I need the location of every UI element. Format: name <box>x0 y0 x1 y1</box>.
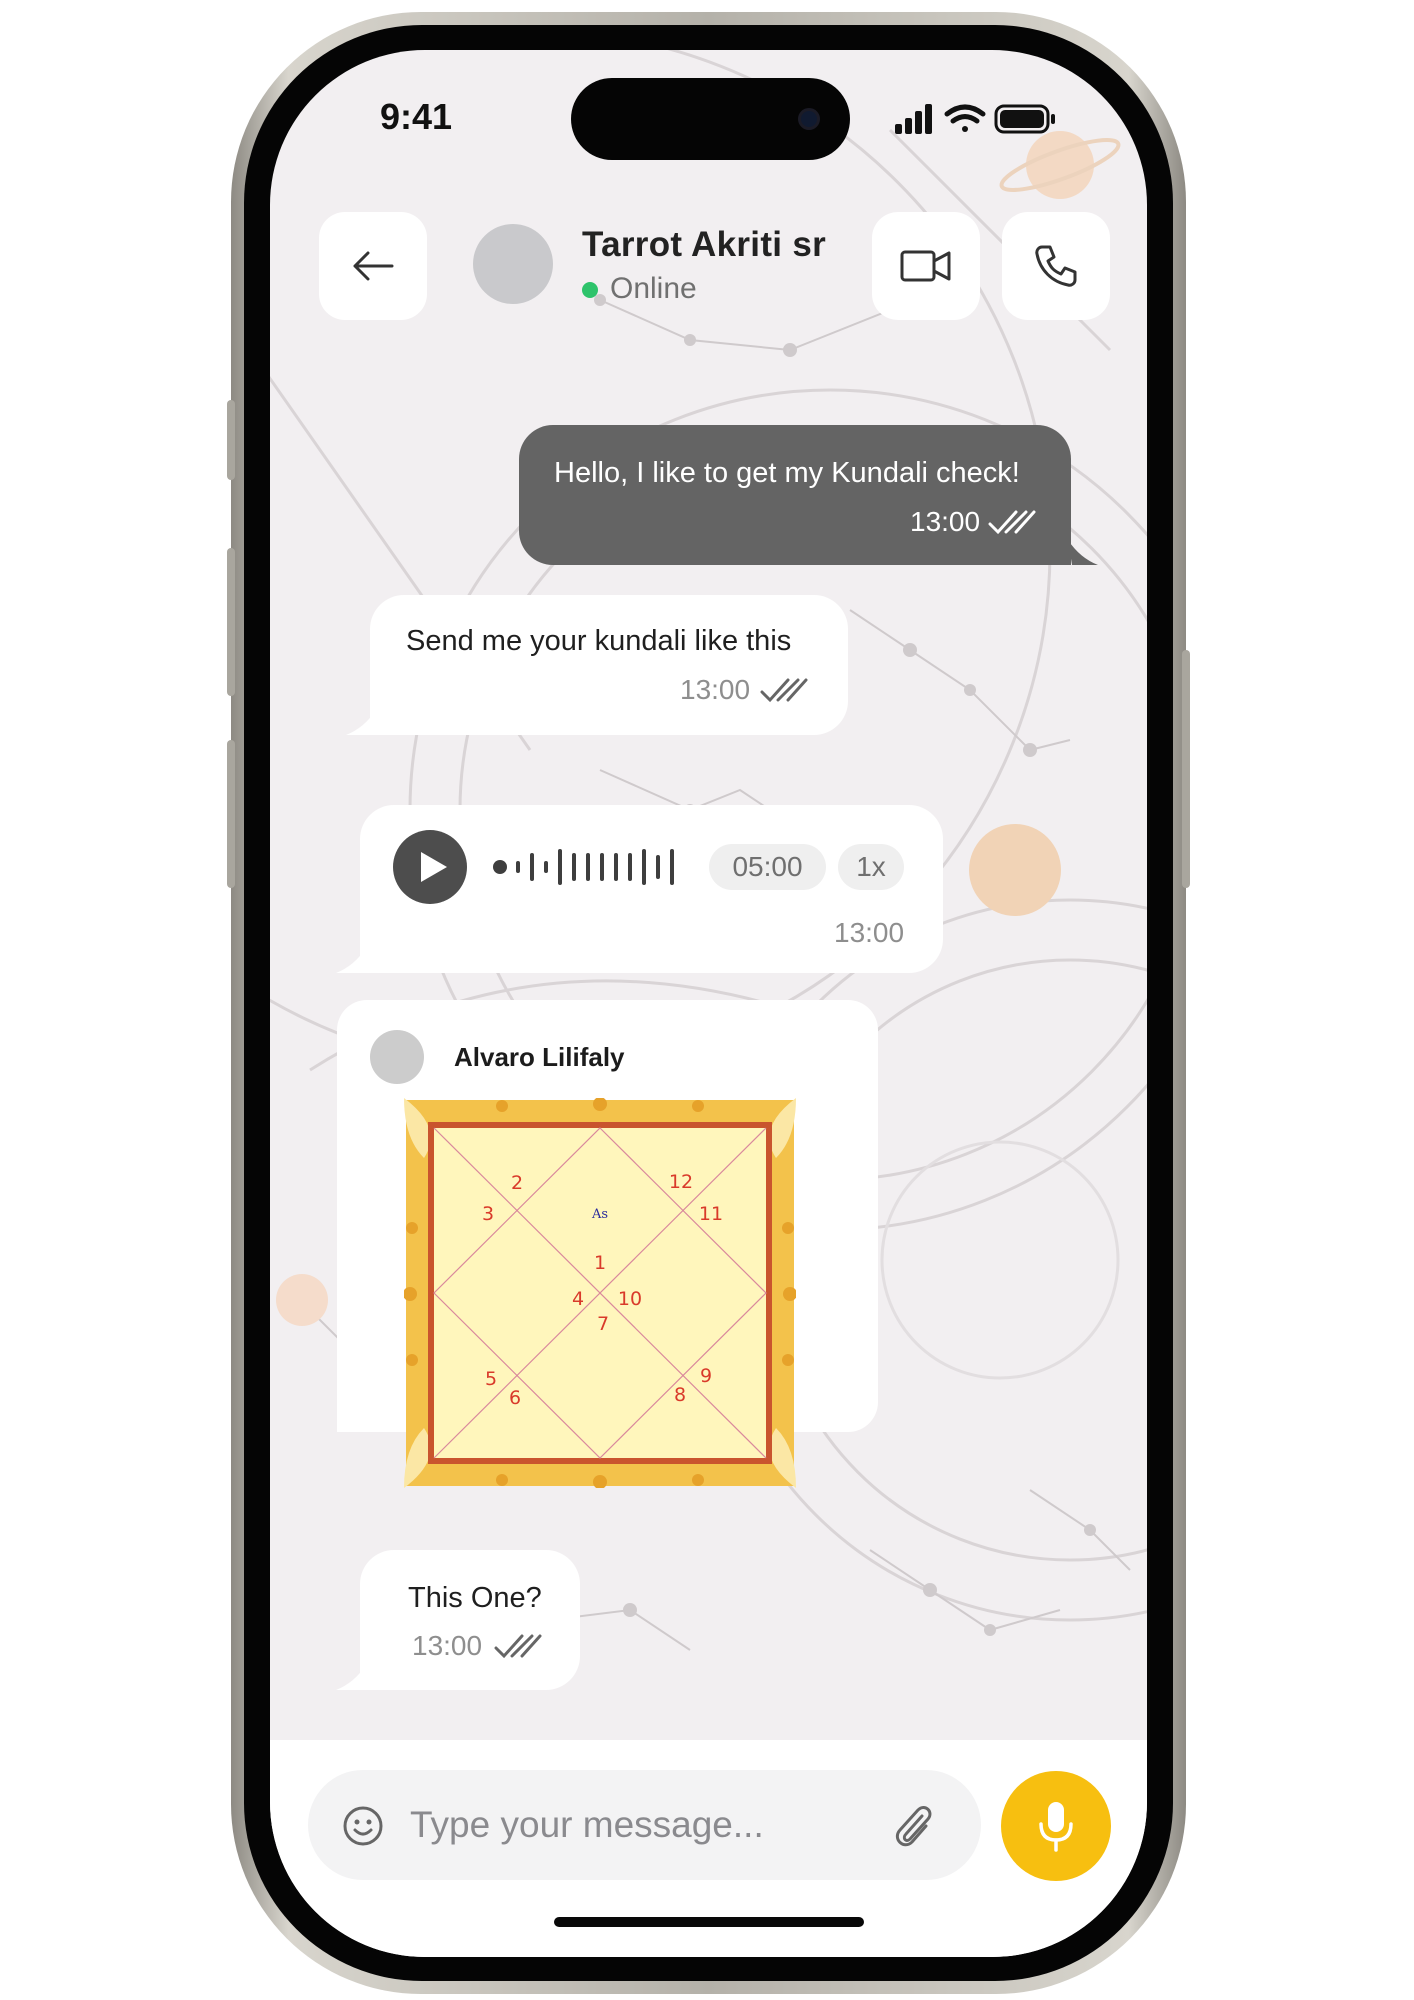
voice-call-button[interactable] <box>1002 212 1110 320</box>
smiley-icon[interactable] <box>342 1805 384 1847</box>
house-number: 2 <box>511 1172 523 1194</box>
message-time: 13:00 <box>412 1630 483 1661</box>
message-input[interactable] <box>410 1790 870 1860</box>
message-time: 13:00 <box>834 917 905 948</box>
message-bubble-incoming[interactable] <box>360 1550 580 1690</box>
online-status: Online <box>610 272 697 305</box>
house-number: 10 <box>618 1288 642 1310</box>
phone-icon <box>1035 245 1077 287</box>
video-call-button[interactable] <box>872 212 980 320</box>
double-check-icon <box>494 1634 542 1659</box>
front-camera <box>798 108 820 130</box>
house-number: 12 <box>669 1171 693 1193</box>
signal-icon <box>895 104 932 134</box>
voice-record-button[interactable] <box>1001 1771 1111 1881</box>
microphone-icon <box>1039 1802 1073 1852</box>
play-icon <box>421 852 447 882</box>
ascendant-label: As <box>591 1207 608 1222</box>
sender-avatar <box>370 1030 424 1084</box>
message-text: Hello, I like to get my Kundali check! <box>554 457 1020 489</box>
chat-screen: 9:41 Tarrot Akriti sr Online Hello, I li… <box>270 50 1147 1957</box>
volume-up-button <box>227 548 235 696</box>
house-number: 11 <box>699 1203 723 1225</box>
double-check-icon <box>760 678 808 703</box>
contact-avatar[interactable] <box>473 224 553 304</box>
message-text: This One? <box>408 1582 542 1614</box>
online-status-dot <box>582 282 598 298</box>
house-number: 9 <box>700 1365 712 1387</box>
battery-icon <box>994 104 1055 134</box>
home-indicator[interactable] <box>554 1917 864 1927</box>
message-time: 13:00 <box>910 506 981 537</box>
play-button[interactable] <box>393 830 467 904</box>
message-time: 13:00 <box>680 674 751 705</box>
house-number: 1 <box>594 1252 606 1274</box>
bubble-tail <box>336 1665 366 1690</box>
house-number: 5 <box>485 1368 497 1390</box>
bubble-tail <box>346 710 376 735</box>
wifi-icon <box>944 104 986 132</box>
arrow-left-icon <box>353 251 394 281</box>
house-number: 8 <box>674 1384 686 1406</box>
playback-speed-button[interactable]: 1x <box>838 844 904 890</box>
house-number: 4 <box>572 1288 584 1310</box>
audio-waveform <box>493 849 674 885</box>
back-button[interactable] <box>319 212 427 320</box>
bubble-tail <box>1068 540 1098 565</box>
sender-name: Alvaro Lilifaly <box>454 1042 625 1072</box>
video-camera-icon <box>900 250 951 282</box>
double-check-icon <box>988 510 1036 535</box>
contact-name[interactable]: Tarrot Akriti sr <box>582 225 826 265</box>
kundali-chart-image[interactable]: 1 2 3 4 5 6 7 8 9 10 11 12 As <box>404 1098 796 1488</box>
power-button <box>1182 650 1190 888</box>
house-number: 7 <box>597 1313 609 1335</box>
status-icons <box>895 104 1055 134</box>
message-bubble-outgoing[interactable] <box>519 425 1071 565</box>
house-number: 6 <box>509 1387 521 1409</box>
message-text: Send me your kundali like this <box>406 625 792 657</box>
house-number: 3 <box>482 1203 494 1225</box>
volume-down-button <box>227 740 235 888</box>
action-button <box>227 400 235 480</box>
message-bubble-incoming[interactable] <box>370 595 848 735</box>
paperclip-icon[interactable] <box>892 1802 934 1848</box>
status-time: 9:41 <box>380 96 453 137</box>
bubble-tail <box>336 948 366 973</box>
voice-duration: 05:00 <box>709 844 826 890</box>
dynamic-island <box>571 78 850 160</box>
